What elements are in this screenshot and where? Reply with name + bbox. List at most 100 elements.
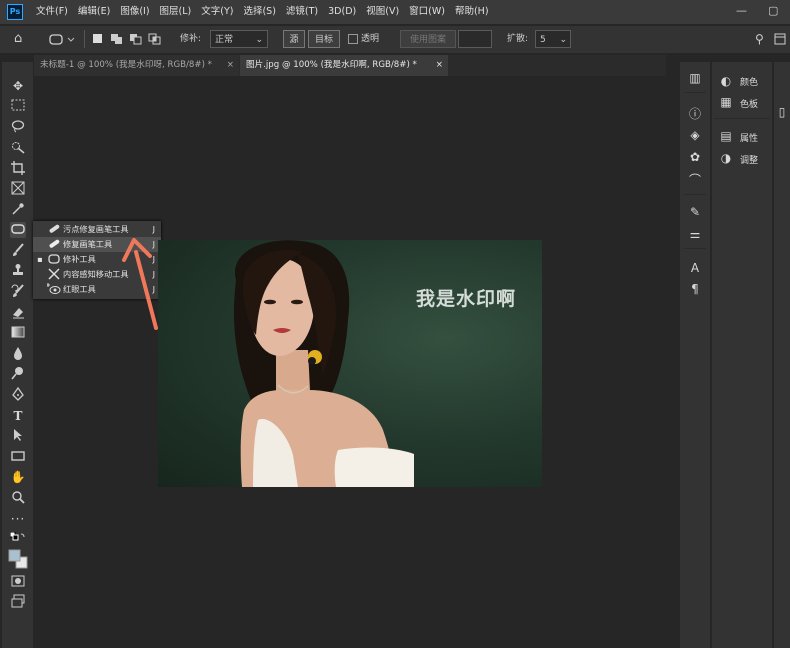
document-tabs: 未标题-1 @ 100% (我是水印呀, RGB/8#) * × 图片.jpg … <box>34 55 666 76</box>
adjustments-icon[interactable]: ◑ <box>718 150 734 166</box>
menu-file[interactable]: 文件(F) <box>36 0 68 24</box>
channels-icon[interactable]: ✿ <box>687 149 703 165</box>
pen-tool-icon[interactable] <box>10 386 26 403</box>
transparent-checkbox[interactable]: 透明 <box>348 30 379 48</box>
properties-icon[interactable]: ▤ <box>718 128 734 144</box>
frame-tool-icon[interactable] <box>10 181 26 197</box>
panel-icons-strip: ▥ ⓘ ◈ ✿ ⌒ ✎ ⚌ A ¶ <box>680 62 710 648</box>
menu-edit[interactable]: 编辑(E) <box>78 0 110 24</box>
transparent-label: 透明 <box>361 34 380 44</box>
close-icon[interactable]: × <box>436 55 443 76</box>
target-button[interactable]: 目标 <box>308 30 340 48</box>
screen-mode-icon[interactable] <box>10 594 26 610</box>
options-bar: ⌂ 修补: 正常 ⌄ 源 目标 透明 使用图案 扩散: 5 ⌄ ⚲ <box>0 26 790 53</box>
menu-filter[interactable]: 滤镜(T) <box>286 0 318 24</box>
panel-color-label[interactable]: 颜色 <box>740 75 758 88</box>
info-icon[interactable]: ⓘ <box>687 106 703 122</box>
color-swatches-icon[interactable] <box>7 548 29 570</box>
libraries-icon[interactable]: ▯ <box>774 104 790 120</box>
diffusion-select[interactable]: 5 ⌄ <box>535 30 571 48</box>
dodge-tool-icon[interactable] <box>10 366 26 382</box>
hand-tool-icon[interactable]: ✋ <box>10 469 26 485</box>
menu-type[interactable]: 文字(Y) <box>201 0 233 24</box>
panel-divider <box>714 118 770 119</box>
menu-select[interactable]: 选择(S) <box>243 0 275 24</box>
options-divider <box>84 30 85 48</box>
subtract-selection-icon[interactable] <box>129 30 143 48</box>
panel-adjustments-label[interactable]: 调整 <box>740 153 758 166</box>
tab-image-jpg[interactable]: 图片.jpg @ 100% (我是水印啊, RGB/8#) * × <box>240 55 448 76</box>
checkbox-box <box>348 33 358 44</box>
tools-panel: ✥ T ✋ ··· <box>2 62 33 648</box>
type-tool-icon[interactable]: T <box>10 408 26 424</box>
patch-mode-select[interactable]: 正常 ⌄ <box>210 30 268 48</box>
crop-tool-icon[interactable] <box>10 161 26 177</box>
tab-untitled[interactable]: 未标题-1 @ 100% (我是水印呀, RGB/8#) * × <box>34 55 239 76</box>
history-brush-tool-icon[interactable] <box>10 284 26 300</box>
canvas-image[interactable]: 我是水印啊 <box>158 240 542 487</box>
swatches-grid-icon[interactable]: ▦ <box>718 94 734 110</box>
collapsed-panel-strip: ▯ <box>774 62 790 648</box>
intersect-selection-icon[interactable] <box>148 30 162 48</box>
eyedropper-tool-icon[interactable] <box>10 202 26 218</box>
add-selection-icon[interactable] <box>110 30 124 48</box>
stamp-tool-icon[interactable] <box>10 263 26 279</box>
histogram-icon[interactable]: ▥ <box>687 70 703 86</box>
zoom-tool-icon[interactable] <box>10 490 26 506</box>
photoshop-logo[interactable]: Ps <box>7 4 23 20</box>
brush-tool-icon[interactable] <box>10 243 26 259</box>
tool-preset-picker[interactable] <box>48 30 78 48</box>
menu-help[interactable]: 帮助(H) <box>455 0 489 24</box>
panel-swatches-label[interactable]: 色板 <box>740 97 758 110</box>
rectangle-tool-icon[interactable] <box>10 449 26 465</box>
more-tools-icon[interactable]: ··· <box>10 511 26 527</box>
paragraph-icon[interactable]: ¶ <box>687 281 703 297</box>
patch-mode-value: 正常 <box>215 35 234 45</box>
flyout-label: 修复画笔工具 <box>63 239 113 249</box>
workspace-icon[interactable] <box>774 30 786 48</box>
quick-mask-icon[interactable] <box>10 574 26 590</box>
watermark-text[interactable]: 我是水印啊 <box>416 284 516 311</box>
pattern-picker[interactable] <box>458 30 492 48</box>
quick-selection-tool-icon[interactable] <box>10 140 26 156</box>
search-icon[interactable]: ⚲ <box>755 30 764 48</box>
blur-tool-icon[interactable] <box>10 346 26 362</box>
close-icon[interactable]: × <box>227 55 234 76</box>
new-selection-icon[interactable] <box>92 30 104 48</box>
source-button[interactable]: 源 <box>283 30 305 48</box>
minimize-button[interactable]: — <box>736 0 747 22</box>
use-pattern-button[interactable]: 使用图案 <box>400 30 456 48</box>
menu-window[interactable]: 窗口(W) <box>409 0 445 24</box>
brush-settings-icon[interactable]: ✎ <box>687 204 703 220</box>
chevron-down-icon: ⌄ <box>255 35 263 45</box>
panel-properties-label[interactable]: 属性 <box>740 131 758 144</box>
portrait-photo <box>233 240 414 487</box>
eraser-tool-icon[interactable] <box>10 305 26 321</box>
home-icon[interactable]: ⌂ <box>14 30 22 48</box>
lasso-tool-icon[interactable] <box>10 119 26 135</box>
menu-3d[interactable]: 3D(D) <box>328 0 356 24</box>
default-colors-icon[interactable] <box>9 531 26 548</box>
move-tool-icon[interactable]: ✥ <box>10 78 26 94</box>
character-icon[interactable]: A <box>687 260 703 276</box>
marquee-tool-icon[interactable] <box>10 98 26 114</box>
flyout-label: 内容感知移动工具 <box>63 269 129 279</box>
maximize-button[interactable]: ▢ <box>768 0 778 22</box>
flyout-label: 红眼工具 <box>63 284 96 294</box>
layers-icon[interactable]: ◈ <box>687 127 703 143</box>
path-selection-tool-icon[interactable] <box>10 428 26 444</box>
patch-tool-icon[interactable] <box>10 222 26 238</box>
color-palette-icon[interactable]: ◐ <box>718 73 734 89</box>
red-eye-icon <box>46 282 61 301</box>
sliders-icon[interactable]: ⚌ <box>687 226 703 242</box>
diffusion-label: 扩散: <box>507 34 529 44</box>
flyout-label: 修补工具 <box>63 254 96 264</box>
panel-divider <box>684 92 706 93</box>
menu-layer[interactable]: 图层(L) <box>160 0 192 24</box>
menu-view[interactable]: 视图(V) <box>366 0 399 24</box>
menu-bar: Ps 文件(F) 编辑(E) 图像(I) 图层(L) 文字(Y) 选择(S) 滤… <box>0 0 790 24</box>
gradient-tool-icon[interactable] <box>10 325 26 341</box>
selected-bullet-icon: ▪ <box>37 254 43 264</box>
paths-icon[interactable]: ⌒ <box>687 172 703 188</box>
menu-image[interactable]: 图像(I) <box>120 0 149 24</box>
